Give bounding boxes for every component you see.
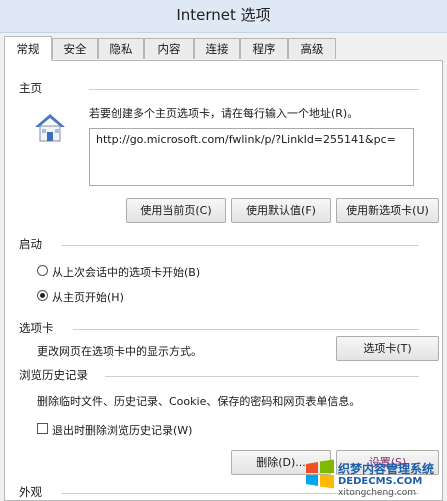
tabs-button[interactable]: 选项卡(T) — [336, 336, 439, 361]
history-divider — [105, 376, 419, 377]
appearance-section-label: 外观 — [19, 485, 42, 499]
use-new-tab-button[interactable]: 使用新选项卡(U) — [336, 198, 439, 223]
tab-content[interactable]: 内容 — [144, 38, 194, 59]
startup-section-label: 启动 — [19, 237, 42, 251]
watermark-subdomain: xitongcheng.com — [338, 488, 416, 498]
site-watermark: 织梦内容管理系统 DEDECMS.COM xitongcheng.com — [300, 436, 447, 501]
tab-programs[interactable]: 程序 — [240, 38, 288, 59]
homepage-section-label: 主页 — [19, 81, 42, 95]
use-default-button[interactable]: 使用默认值(F) — [231, 198, 331, 223]
delete-on-exit-checkbox[interactable] — [37, 423, 48, 434]
title-bar: Internet 选项 — [0, 0, 447, 33]
tab-connections[interactable]: 连接 — [194, 38, 240, 59]
delete-on-exit-label: 退出时删除浏览历史记录(W) — [52, 424, 193, 437]
use-current-page-button[interactable]: 使用当前页(C) — [126, 198, 226, 223]
watermark-domain: DEDECMS.COM — [338, 476, 423, 487]
tabs-divider — [73, 329, 419, 330]
homepage-url-textarea[interactable]: http://go.microsoft.com/fwlink/p/?LinkId… — [89, 128, 414, 186]
tab-security[interactable]: 安全 — [52, 38, 98, 59]
startup-homepage-radio[interactable] — [37, 290, 48, 301]
startup-last-session-radio[interactable] — [37, 265, 48, 276]
homepage-divider — [89, 89, 419, 90]
homepage-instruction: 若要创建多个主页选项卡，请在每行输入一个地址(R)。 — [89, 107, 359, 120]
window-title: Internet 选项 — [176, 6, 271, 24]
general-tab-panel: 主页 若要创建多个主页选项卡，请在每行输入一个地址(R)。 http://go.… — [4, 60, 443, 501]
tab-privacy[interactable]: 隐私 — [98, 38, 144, 59]
startup-divider — [61, 245, 419, 246]
tabs-section-label: 选项卡 — [19, 321, 54, 335]
tab-advanced[interactable]: 高级 — [288, 38, 336, 59]
startup-homepage-label: 从主页开始(H) — [52, 291, 124, 304]
tabs-description: 更改网页在选项卡中的显示方式。 — [37, 345, 202, 358]
history-section-label: 浏览历史记录 — [19, 368, 88, 382]
history-description: 删除临时文件、历史记录、Cookie、保存的密码和网页表单信息。 — [37, 395, 361, 408]
home-icon — [35, 114, 65, 142]
watermark-title: 织梦内容管理系统 — [338, 462, 435, 476]
windows-logo-icon — [306, 459, 334, 489]
startup-last-session-label: 从上次会话中的选项卡开始(B) — [52, 266, 201, 279]
tab-general[interactable]: 常规 — [4, 36, 52, 61]
